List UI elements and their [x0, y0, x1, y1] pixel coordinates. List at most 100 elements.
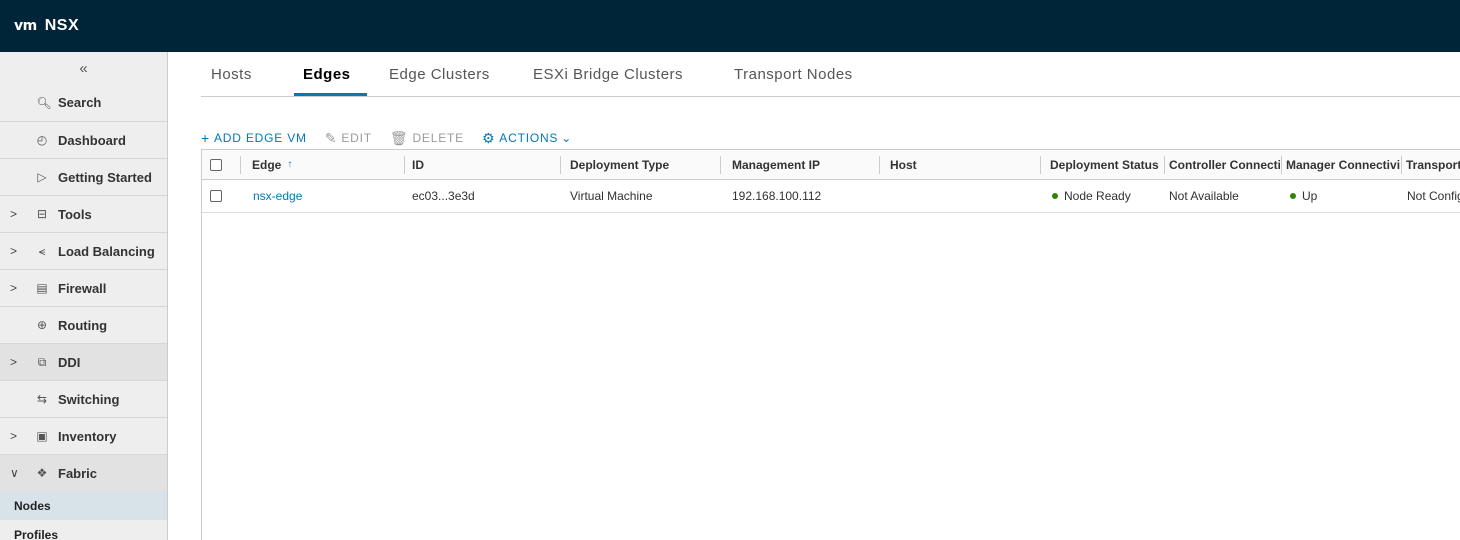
column-header-deployment-type[interactable]: Deployment Type: [570, 150, 718, 179]
delete-button[interactable]: 🗑︎ DELETE: [390, 130, 464, 147]
column-separator[interactable]: [560, 156, 561, 174]
sidebar-item-firewall[interactable]: > ▤ Firewall: [0, 269, 167, 306]
controller-connectivity: Not Available: [1169, 189, 1239, 203]
transport-status[interactable]: Not Configured: [1407, 180, 1460, 212]
active-tab-indicator: [294, 93, 367, 96]
sidebar-item-switching[interactable]: ⇆ Switching: [0, 380, 167, 417]
sidebar-item-getting-started[interactable]: ▷ Getting Started: [0, 158, 167, 195]
column-separator[interactable]: [1164, 156, 1165, 174]
column-separator[interactable]: [1281, 156, 1282, 174]
column-header-manager-connectivity[interactable]: Manager Connectivity: [1286, 150, 1400, 179]
gear-icon: ⚙: [481, 129, 496, 146]
edge-name-link[interactable]: nsx-edge: [253, 180, 403, 212]
edge-id[interactable]: ec03...3e3d: [412, 180, 557, 212]
ddi-icon: ⧉: [37, 354, 47, 369]
select-all-checkbox[interactable]: [210, 158, 222, 171]
chevron-right-icon[interactable]: >: [10, 244, 20, 258]
sidebar-item-ddi[interactable]: > ⧉ DDI: [0, 343, 167, 380]
deployment-status[interactable]: Node Ready: [1052, 180, 1164, 212]
chevron-right-icon[interactable]: >: [10, 355, 20, 369]
tab-transport-nodes[interactable]: Transport Nodes: [734, 66, 853, 83]
table-header-row: Edge ↑ ID Deployment Type Management IP …: [201, 149, 1460, 180]
firewall-icon: ▤: [36, 281, 48, 295]
load-balancer-icon: ⪪: [38, 243, 46, 258]
column-header-transport[interactable]: Transport: [1406, 150, 1460, 179]
routing-icon: ⊕: [36, 318, 48, 332]
actions-dropdown[interactable]: ⚙ ACTIONS ⌄: [482, 130, 572, 147]
add-edge-vm-label: ADD EDGE VM: [213, 131, 307, 145]
sidebar-item-label: Firewall: [58, 280, 107, 296]
collapse-sidebar-button[interactable]: «: [0, 52, 167, 84]
chevron-down-icon: ⌄: [561, 131, 573, 145]
fabric-icon: ❖: [36, 466, 48, 480]
sidebar-item-label: Fabric: [58, 465, 98, 481]
sidebar-item-search[interactable]: 🔍︎ Search: [0, 84, 167, 121]
sidebar-item-label: Switching: [58, 391, 120, 407]
sort-ascending-icon[interactable]: ↑: [287, 159, 292, 170]
tab-esxi-bridge-clusters[interactable]: ESXi Bridge Clusters: [533, 66, 683, 83]
host: [890, 180, 1040, 212]
sidebar-item-label: Getting Started: [58, 169, 152, 185]
sidebar-item-label: Load Balancing: [58, 243, 155, 259]
fabric-nodes-tabs: Hosts Edges Edge Clusters ESXi Bridge Cl…: [201, 52, 1460, 97]
edit-label: EDIT: [341, 131, 372, 145]
column-header-controller-connectivity[interactable]: Controller Connectivity: [1169, 150, 1280, 179]
double-chevron-left-icon: «: [79, 59, 88, 77]
column-separator[interactable]: [1040, 156, 1041, 174]
add-edge-vm-button[interactable]: + ADD EDGE VM: [201, 130, 307, 146]
play-icon: ▷: [37, 170, 47, 184]
sidebar-item-label: Routing: [58, 317, 108, 333]
status-ok-dot: [1290, 193, 1296, 199]
column-separator[interactable]: [879, 156, 880, 174]
select-all-cell: [210, 150, 222, 179]
column-separator[interactable]: [404, 156, 405, 174]
sidebar-item-label: DDI: [58, 354, 81, 370]
vm-logo-mark: vm: [14, 18, 37, 34]
edges-datagrid: Edge ↑ ID Deployment Type Management IP …: [201, 149, 1460, 213]
column-header-id[interactable]: ID: [412, 150, 557, 179]
column-separator: [240, 156, 241, 174]
vmware-logo[interactable]: vm NSX: [14, 17, 79, 35]
sidebar-item-load-balancing[interactable]: > ⪪ Load Balancing: [0, 232, 167, 269]
chevron-right-icon[interactable]: >: [10, 429, 20, 443]
top-header: vm NSX: [0, 0, 1460, 52]
sidebar-nav: « 🔍︎ Search ◴ Dashboard ▷ Getting Starte…: [0, 52, 168, 540]
sidebar-item-dashboard[interactable]: ◴ Dashboard: [0, 121, 167, 158]
chevron-down-icon[interactable]: ∨: [10, 466, 20, 480]
column-header-deployment-status[interactable]: Deployment Status: [1050, 150, 1164, 179]
table-row[interactable]: nsx-edge ec03...3e3d Virtual Machine 192…: [201, 180, 1460, 213]
column-separator[interactable]: [1401, 156, 1402, 174]
sidebar-item-label: Tools: [58, 206, 92, 222]
column-header-host[interactable]: Host: [890, 150, 1040, 179]
sidebar-item-inventory[interactable]: > ▣ Inventory: [0, 417, 167, 454]
manager-connectivity-text: Up: [1302, 189, 1318, 203]
sidebar-subitem-nodes[interactable]: Nodes: [0, 491, 167, 520]
pencil-icon: ✎: [324, 129, 338, 146]
sidebar-item-fabric[interactable]: ∨ ❖ Fabric: [0, 454, 167, 491]
grid-left-border: [201, 212, 202, 540]
delete-label: DELETE: [412, 131, 464, 145]
deployment-status-text: Node Ready: [1064, 189, 1131, 203]
row-checkbox[interactable]: [210, 190, 222, 202]
inventory-icon: ▣: [36, 429, 48, 443]
manager-connectivity[interactable]: Up: [1290, 180, 1400, 212]
chevron-right-icon[interactable]: >: [10, 207, 20, 221]
tab-hosts[interactable]: Hosts: [211, 66, 252, 83]
tab-edge-clusters[interactable]: Edge Clusters: [389, 66, 490, 83]
column-separator[interactable]: [720, 156, 721, 174]
sidebar-item-tools[interactable]: > ⊟ Tools: [0, 195, 167, 232]
sidebar-item-label: Dashboard: [58, 132, 126, 148]
tab-edges[interactable]: Edges: [303, 66, 351, 83]
sidebar-item-routing[interactable]: ⊕ Routing: [0, 306, 167, 343]
chevron-right-icon[interactable]: >: [10, 281, 20, 295]
column-header-management-ip[interactable]: Management IP: [732, 150, 877, 179]
app-title: NSX: [44, 17, 80, 34]
column-header-edge[interactable]: Edge ↑: [252, 150, 402, 179]
deployment-type: Virtual Machine: [570, 189, 653, 203]
column-header-label: Edge: [252, 157, 282, 172]
search-icon: 🔍︎: [36, 95, 52, 110]
management-ip: 192.168.100.112: [732, 189, 822, 203]
tools-icon: ⊟: [36, 207, 48, 221]
sidebar-subitem-profiles[interactable]: Profiles: [0, 520, 167, 540]
edit-button[interactable]: ✎ EDIT: [325, 130, 372, 147]
